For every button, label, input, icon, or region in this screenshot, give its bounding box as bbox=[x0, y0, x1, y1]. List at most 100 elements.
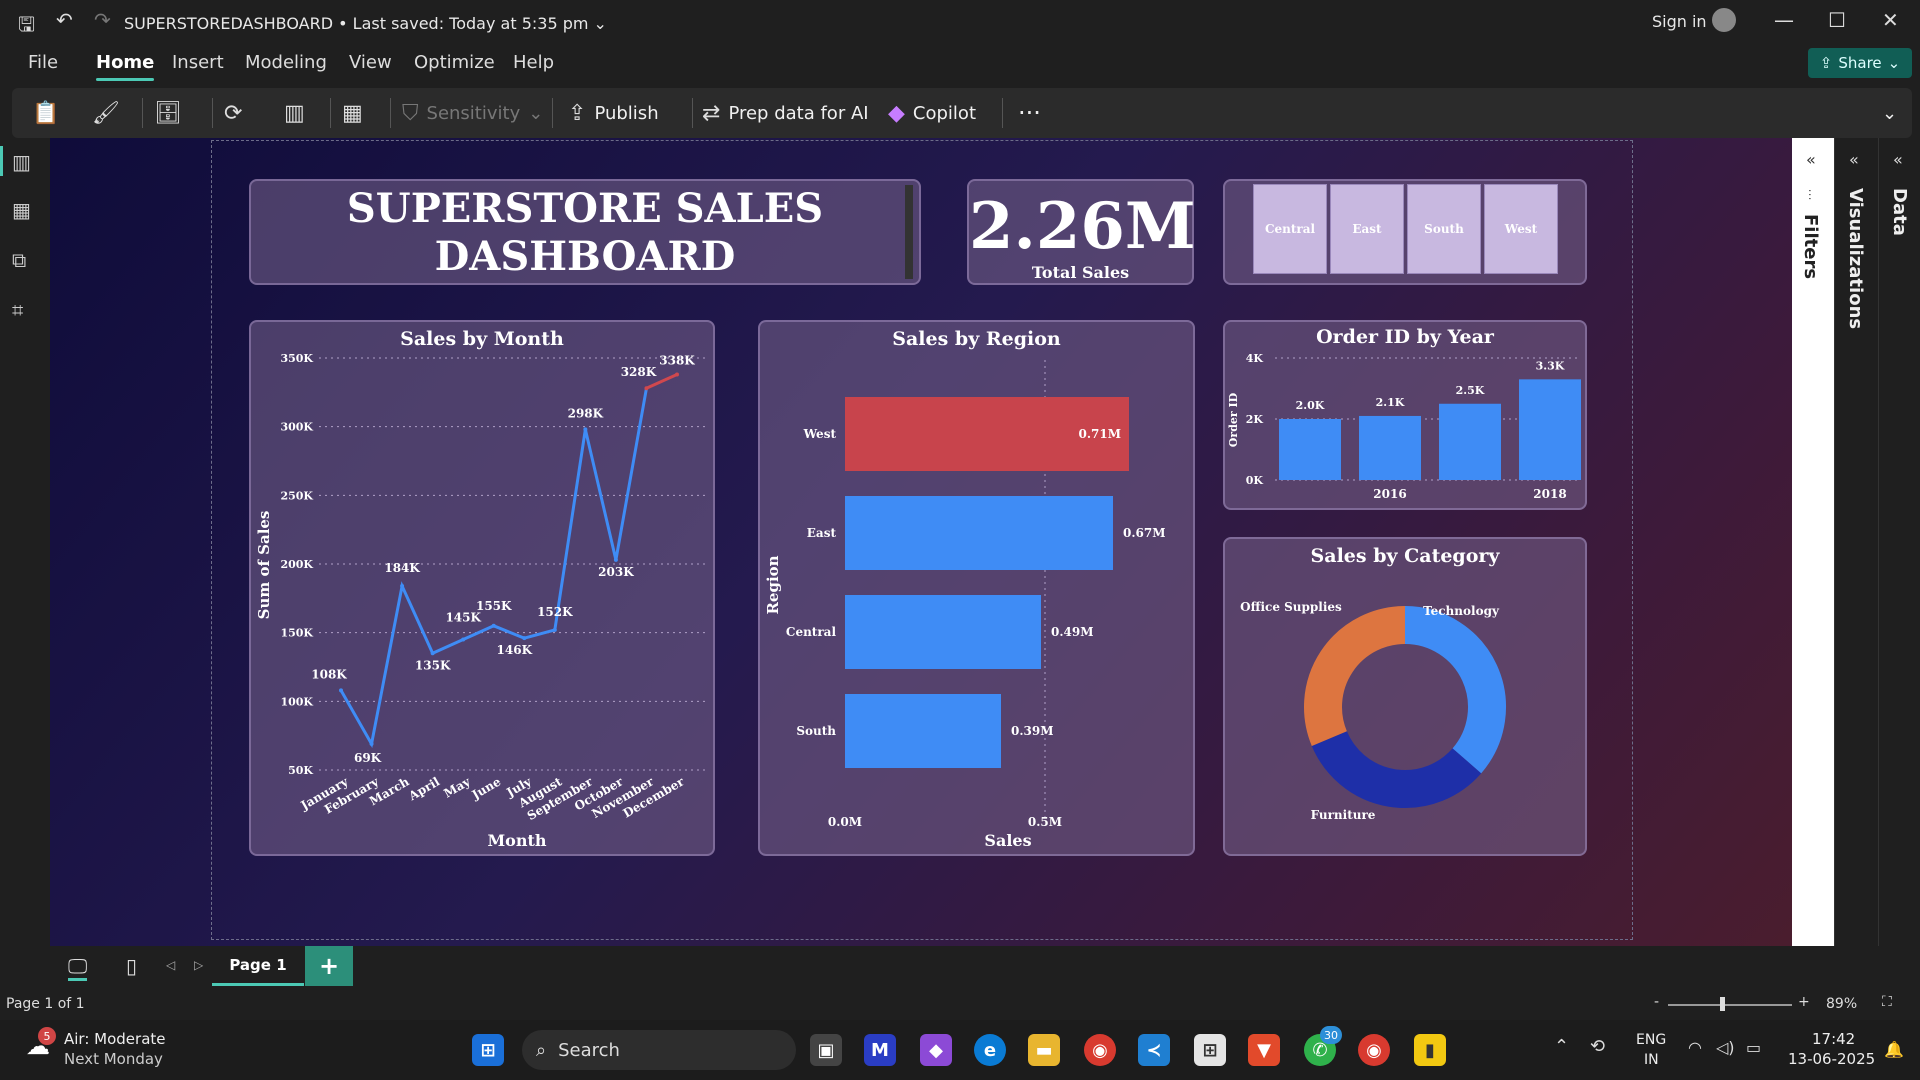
table-view-icon[interactable]: ▦ bbox=[12, 198, 31, 222]
redo-icon[interactable]: ↷ bbox=[94, 8, 111, 32]
slicer-west[interactable]: West bbox=[1484, 184, 1558, 274]
menu-home[interactable]: Home bbox=[96, 52, 155, 81]
avatar-icon[interactable] bbox=[1712, 8, 1736, 32]
data-label: 0.67M bbox=[1123, 526, 1166, 540]
chevrons-left-icon[interactable]: « bbox=[1849, 150, 1859, 169]
next-page-icon[interactable]: ▷ bbox=[194, 958, 203, 972]
sign-in-link[interactable]: Sign in bbox=[1652, 12, 1707, 31]
minimize-icon[interactable]: — bbox=[1774, 8, 1794, 32]
slicer-central[interactable]: Central bbox=[1253, 184, 1327, 274]
zoom-slider[interactable] bbox=[1668, 1004, 1792, 1006]
copilot-app-icon[interactable]: ◆ bbox=[920, 1034, 952, 1066]
whatsapp-badge: 30 bbox=[1320, 1026, 1342, 1044]
power-bi-icon[interactable]: ▮ bbox=[1414, 1034, 1446, 1066]
page-tab[interactable]: Page 1 bbox=[212, 946, 304, 986]
publish-button[interactable]: ⇪ Publish bbox=[568, 88, 659, 138]
visualizations-pane[interactable]: « Visualizations bbox=[1834, 138, 1878, 946]
close-icon[interactable]: ✕ bbox=[1882, 8, 1899, 32]
y-tick-label: 350K bbox=[280, 352, 313, 365]
desktop-layout-icon[interactable]: 🖵 bbox=[68, 954, 88, 981]
mobile-layout-icon[interactable]: ▯ bbox=[126, 954, 137, 978]
data-label: 298K bbox=[568, 406, 604, 420]
chevrons-left-icon[interactable]: « bbox=[1893, 150, 1903, 169]
weather-text[interactable]: Air: Moderate bbox=[64, 1030, 166, 1048]
prep-icon: ⇄ bbox=[702, 100, 721, 126]
prep-data-button[interactable]: ⇄ Prep data for AI bbox=[702, 88, 869, 138]
data-point bbox=[644, 386, 649, 391]
brave-icon[interactable]: ▼ bbox=[1248, 1034, 1280, 1066]
vscode-icon[interactable]: ≺ bbox=[1138, 1034, 1170, 1066]
report-view-icon[interactable]: ▥ bbox=[12, 150, 31, 174]
data-label: 3.3K bbox=[1536, 359, 1565, 372]
collapse-ribbon-button[interactable]: ⌄ bbox=[1882, 88, 1897, 138]
slicer-south[interactable]: South bbox=[1407, 184, 1481, 274]
slicer-east[interactable]: East bbox=[1330, 184, 1404, 274]
taskbar-search[interactable]: ⌕ Search bbox=[522, 1030, 796, 1070]
sales-by-month-chart[interactable]: 50K 100K 150K 200K 250K 300K 350K 108K 69K 184K 13… bbox=[249, 320, 715, 856]
save-icon[interactable]: 🖫 bbox=[18, 10, 35, 44]
clock-date: 13-06-2025 bbox=[1788, 1050, 1876, 1068]
refresh-icon: ⟳ bbox=[224, 100, 243, 126]
menu-insert[interactable]: Insert bbox=[172, 52, 224, 73]
filters-label: Filters bbox=[1800, 214, 1821, 280]
order-id-by-year-chart[interactable]: 0K 2K 4K 2.0K 2.1K 2016 2.5K 3.3K 2018 Order ID bbox=[1223, 320, 1587, 510]
refresh-button[interactable]: ⟳ bbox=[224, 88, 242, 138]
wifi-icon[interactable]: ◠ bbox=[1688, 1038, 1702, 1057]
edge-icon[interactable]: e bbox=[974, 1034, 1006, 1066]
get-data-button[interactable]: 🗄 bbox=[154, 88, 182, 138]
start-icon[interactable]: ⊞ bbox=[472, 1034, 504, 1066]
zoom-level: 89% bbox=[1826, 996, 1858, 1012]
filters-pane[interactable]: « ⫶ Filters bbox=[1792, 138, 1834, 946]
data-point bbox=[613, 557, 618, 562]
menu-modeling[interactable]: Modeling bbox=[245, 52, 327, 73]
zoom-in-button[interactable]: + bbox=[1798, 994, 1810, 1010]
prev-page-icon[interactable]: ◁ bbox=[166, 958, 175, 972]
scrollbar[interactable] bbox=[905, 185, 913, 279]
model-view-icon[interactable]: ⧉ bbox=[12, 248, 26, 272]
menu-file[interactable]: File bbox=[28, 52, 58, 73]
chrome-profile-icon[interactable]: ◉ bbox=[1358, 1034, 1390, 1066]
chrome-icon[interactable]: ◉ bbox=[1084, 1034, 1116, 1066]
menu-help[interactable]: Help bbox=[513, 52, 554, 73]
chevron-up-icon[interactable]: ⌃ bbox=[1554, 1036, 1569, 1057]
maximize-icon[interactable]: ☐ bbox=[1828, 8, 1846, 32]
add-page-button[interactable]: + bbox=[305, 946, 353, 986]
undo-icon[interactable]: ↶ bbox=[56, 8, 73, 32]
x-tick-label: May bbox=[441, 774, 473, 801]
menu-view[interactable]: View bbox=[349, 52, 392, 73]
chevrons-left-icon[interactable]: « bbox=[1806, 150, 1816, 169]
volume-icon[interactable]: ◁) bbox=[1716, 1038, 1735, 1057]
app-icon[interactable]: M bbox=[864, 1034, 896, 1066]
notification-icon[interactable]: 🔔 bbox=[1884, 1040, 1904, 1059]
new-visual-button[interactable]: ▥ bbox=[284, 88, 305, 138]
dashboard-title-line1: SUPERSTORE SALES bbox=[346, 185, 824, 232]
calculator-button[interactable]: ▦ bbox=[342, 88, 363, 138]
x-tick-label: 0.5M bbox=[1028, 815, 1062, 829]
y-tick-label: 4K bbox=[1246, 352, 1264, 365]
menu-optimize[interactable]: Optimize bbox=[414, 52, 495, 73]
paste-button[interactable]: 📋 bbox=[32, 88, 59, 138]
sync-icon[interactable]: ⟲ bbox=[1590, 1036, 1605, 1057]
sales-by-category-chart[interactable]: Technology Furniture Office Supplies bbox=[1223, 537, 1587, 856]
store-icon[interactable]: ⊞ bbox=[1194, 1034, 1226, 1066]
task-view-icon[interactable]: ▣ bbox=[810, 1034, 842, 1066]
share-button[interactable]: ⇪ Share ⌄ bbox=[1808, 48, 1912, 78]
copilot-button[interactable]: ◆ Copilot bbox=[888, 88, 976, 138]
ribbon-toolbar: 📋 🖌 🗄 ⟳ ▥ ▦ ⛉ Sensitivity ⌄ ⇪ Publish ⇄ Pre… bbox=[12, 88, 1912, 138]
sensitivity-button[interactable]: ⛉ Sensitivity ⌄ bbox=[402, 88, 543, 138]
more-options-button[interactable]: ··· bbox=[1018, 88, 1041, 138]
file-explorer-icon[interactable]: ▬ bbox=[1028, 1034, 1060, 1066]
language-code[interactable]: ENG bbox=[1636, 1032, 1666, 1048]
zoom-out-button[interactable]: - bbox=[1654, 994, 1659, 1010]
dax-view-icon[interactable]: ⌗ bbox=[12, 298, 23, 322]
clock-time[interactable]: 17:42 bbox=[1812, 1030, 1855, 1048]
data-point bbox=[491, 623, 496, 628]
zoom-slider-thumb[interactable] bbox=[1720, 997, 1725, 1011]
format-painter-button[interactable]: 🖌 bbox=[92, 88, 120, 138]
fit-page-icon[interactable]: ⛶ bbox=[1882, 994, 1892, 1010]
data-pane[interactable]: « Data bbox=[1878, 138, 1920, 946]
search-icon: ⌕ bbox=[536, 1039, 547, 1061]
battery-icon[interactable]: ▭ bbox=[1746, 1038, 1761, 1057]
page-count: Page 1 of 1 bbox=[6, 996, 85, 1012]
sales-by-region-chart[interactable]: West 0.71M East 0.67M Central 0.49M South 0.39M… bbox=[758, 320, 1195, 856]
